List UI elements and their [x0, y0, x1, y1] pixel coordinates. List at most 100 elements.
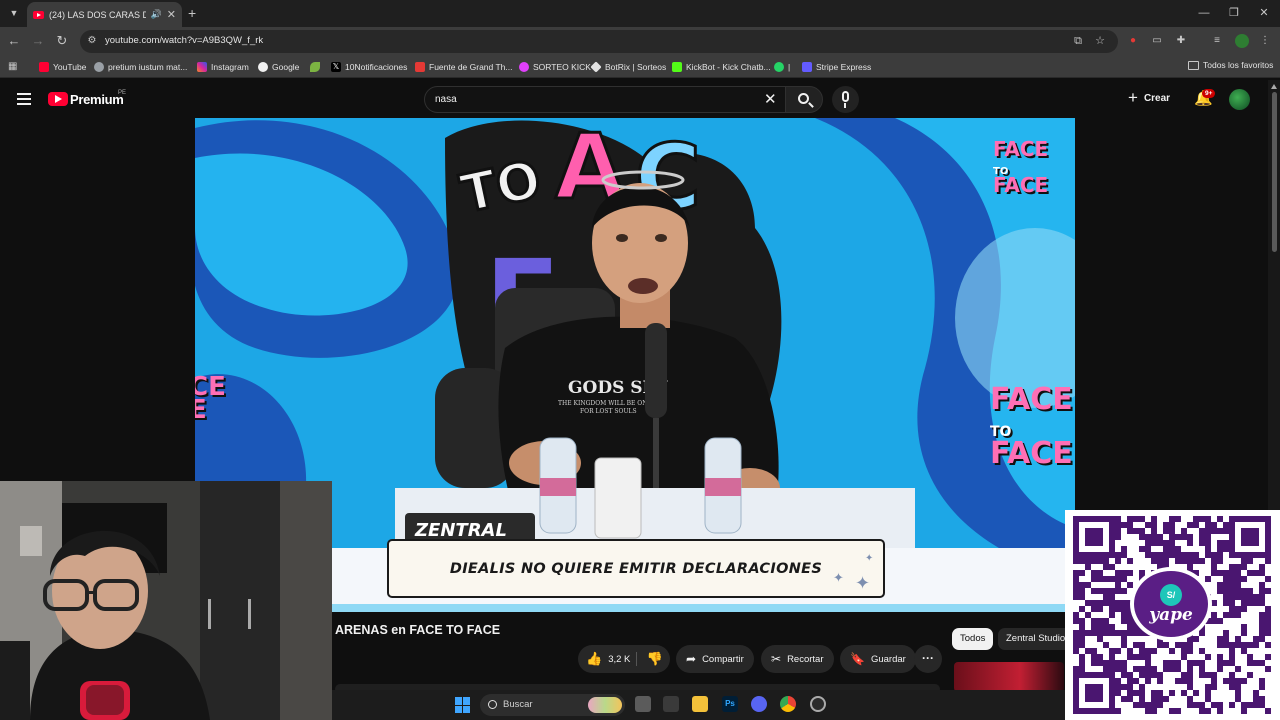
scrollbar-thumb[interactable]: [1272, 92, 1277, 252]
like-divider: [636, 652, 637, 666]
chip-zentral-studio[interactable]: Zentral Studio: [998, 628, 1074, 650]
tab-title: (24) LAS DOS CARAS DE LA: [49, 9, 146, 20]
file-explorer-icon[interactable]: [692, 696, 708, 712]
stripe-icon: [802, 62, 812, 72]
restore-button[interactable]: ❐: [1226, 6, 1242, 20]
folder-icon: [1188, 60, 1199, 70]
extensions-puzzle-icon[interactable]: ✚: [1175, 35, 1187, 47]
back-button[interactable]: ←: [6, 33, 22, 49]
extension-card-icon[interactable]: ▭: [1151, 35, 1163, 47]
chrome-icon[interactable]: [780, 696, 796, 712]
browser-tab-active[interactable]: (24) LAS DOS CARAS DE LA 🔊 ✕: [27, 2, 182, 27]
menu-hamburger-icon[interactable]: [17, 93, 31, 105]
all-bookmarks-folder[interactable]: Todos los favoritos: [1188, 60, 1273, 70]
tab-search-button[interactable]: ▼: [6, 5, 22, 21]
dislike-button[interactable]: 👎: [640, 645, 670, 673]
windows-start-icon[interactable]: [455, 697, 471, 713]
yape-currency: S/: [1160, 584, 1182, 606]
bookmark-fuente-gta[interactable]: Fuente de Grand Th...: [415, 60, 512, 74]
create-button[interactable]: + Crear: [1128, 88, 1170, 107]
thumbs-up-icon: 👍: [586, 651, 603, 666]
sparkle-icon: ✦: [865, 553, 874, 564]
phone-link-icon[interactable]: [663, 696, 679, 712]
thumbs-down-icon: 👎: [646, 651, 664, 666]
bookmark-instagram[interactable]: Instagram: [197, 60, 249, 74]
bookmark-youtube[interactable]: YouTube: [39, 60, 86, 74]
close-window-button[interactable]: ✕: [1256, 6, 1272, 20]
close-tab-icon[interactable]: ✕: [167, 8, 176, 21]
recommended-video-thumbnail[interactable]: [954, 662, 1064, 692]
discord-icon[interactable]: [751, 696, 767, 712]
scroll-up-arrow-icon[interactable]: [1271, 84, 1277, 89]
address-bar[interactable]: ⚙ youtube.com/watch?v=A9B3QW_f_rk ⧉ ☆: [80, 30, 1118, 53]
bookmark-kickbot[interactable]: KickBot - Kick Chatb...: [672, 60, 771, 74]
bookmark-google[interactable]: Google: [258, 60, 299, 74]
bookmark-sorteo-kick[interactable]: SORTEO KICK: [519, 60, 591, 74]
minimize-button[interactable]: —: [1196, 6, 1212, 20]
apps-grid-icon[interactable]: ▦: [8, 61, 19, 72]
clear-search-icon[interactable]: ✕: [764, 92, 777, 107]
bookmark-star-icon[interactable]: ☆: [1094, 35, 1106, 47]
bookmark-whatsapp[interactable]: |: [774, 60, 790, 74]
clip-label: Recortar: [787, 653, 824, 665]
forward-button[interactable]: →: [30, 33, 46, 49]
instagram-icon: [197, 62, 207, 72]
google-icon: [258, 62, 268, 72]
youtube-brand[interactable]: Premium: [70, 92, 124, 107]
more-actions-icon[interactable]: ···: [914, 645, 942, 673]
chrome-menu-icon[interactable]: ⋮: [1259, 35, 1271, 47]
svg-text:ZENTRAL: ZENTRAL: [414, 520, 507, 541]
search-icon: [798, 93, 809, 104]
account-avatar[interactable]: [1229, 89, 1250, 110]
taskbar-search-placeholder: Buscar: [503, 699, 533, 710]
bookmark-botrix[interactable]: BotRix | Sorteos: [590, 60, 666, 74]
like-dislike-group: 👍 3,2 K 👎: [578, 645, 670, 673]
taskbar-search-input[interactable]: Buscar: [480, 694, 625, 716]
youtube-logo-icon[interactable]: [48, 92, 68, 106]
plus-icon: +: [1128, 88, 1138, 107]
install-app-icon[interactable]: ⧉: [1072, 35, 1084, 47]
leaf-icon: [310, 62, 320, 72]
search-button[interactable]: [785, 86, 823, 113]
save-button[interactable]: 🔖 Guardar: [840, 645, 916, 673]
face-to-face-logo-side: FACE TO FACE: [990, 382, 1073, 471]
reload-button[interactable]: ↻: [54, 33, 70, 49]
bookmark-10notificaciones[interactable]: 𝕏 10Notificaciones: [331, 60, 407, 74]
bookmark-stripe-express[interactable]: Stripe Express: [802, 60, 871, 74]
video-caption-text: DIEALIS NO QUIERE EMITIR DECLARACIONES: [449, 560, 823, 577]
country-code: PE: [118, 90, 127, 96]
photoshop-icon[interactable]: Ps: [722, 696, 738, 712]
like-button[interactable]: 👍 3,2 K: [578, 645, 634, 673]
browser-toolbar: ← → ↻ ⚙ youtube.com/watch?v=A9B3QW_f_rk …: [0, 27, 1280, 56]
profile-avatar-icon[interactable]: [1235, 34, 1249, 48]
task-view-icon[interactable]: [635, 696, 651, 712]
microphone-stand: [844, 103, 846, 108]
chip-all[interactable]: Todos: [952, 628, 994, 650]
save-label: Guardar: [870, 653, 906, 665]
kickbot-icon: [672, 62, 682, 72]
share-label: Compartir: [702, 653, 744, 665]
new-tab-button[interactable]: +: [188, 5, 202, 21]
video-title: ARENAS en FACE TO FACE: [335, 623, 501, 637]
clip-button[interactable]: ✂ Recortar: [761, 645, 834, 673]
audio-playing-icon[interactable]: 🔊: [151, 9, 162, 20]
voice-search-button[interactable]: [832, 86, 859, 113]
share-button[interactable]: ➦ Compartir: [676, 645, 754, 673]
app-tray-icon[interactable]: [810, 696, 826, 712]
whatsapp-icon: [774, 62, 784, 72]
globe-icon: [94, 62, 104, 72]
bookmark-pretium[interactable]: pretium iustum mat...: [94, 60, 187, 74]
youtube-favicon-icon: [33, 10, 44, 19]
yape-wordmark: yape: [1149, 605, 1193, 625]
svg-text:THE KINGDOM WILL BE ON: THE KINGDOM WILL BE ON: [558, 400, 647, 407]
media-controls-icon[interactable]: ≡: [1211, 35, 1223, 47]
extension-red-icon[interactable]: ●: [1127, 35, 1139, 47]
like-count: 3,2 K: [608, 653, 631, 665]
streamer-webcam-overlay: [0, 481, 332, 720]
face-to-face-logo-top: FACE TO FACE: [993, 137, 1049, 197]
site-info-icon[interactable]: ⚙: [86, 35, 98, 47]
search-query: nasa: [435, 94, 457, 105]
search-input[interactable]: nasa ✕: [424, 86, 786, 113]
yape-logo: S/ yape: [1130, 567, 1212, 641]
bookmark-unnamed[interactable]: [310, 60, 320, 74]
